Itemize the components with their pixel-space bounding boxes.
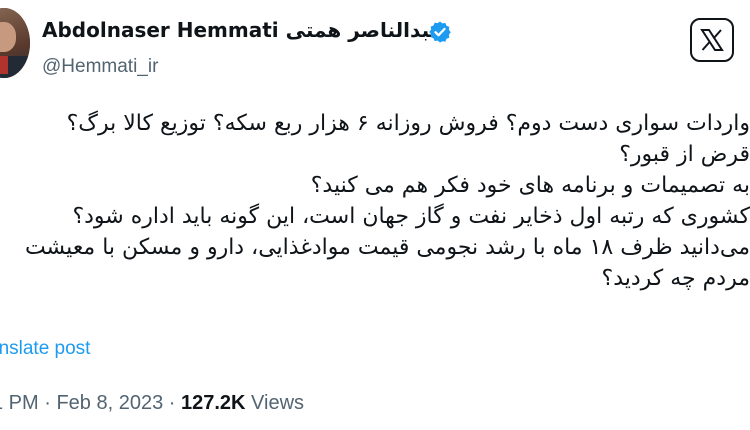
tweet-text: واردات سواری دست دوم؟ فروش روزانه ۶ هزار… <box>0 108 750 294</box>
x-logo-icon <box>700 29 724 51</box>
tweet-line: مردم چه کردید؟ <box>601 266 750 291</box>
views-label: Views <box>245 392 305 414</box>
tweet-time[interactable]: 1 PM <box>0 392 39 414</box>
views-count: 127.2K <box>181 392 246 414</box>
tweet-line: واردات سواری دست دوم؟ فروش روزانه ۶ هزار… <box>66 111 750 136</box>
meta-separator: · <box>38 392 57 414</box>
author-handle[interactable]: @Hemmati_ir <box>42 56 158 78</box>
tweet-line: قرض از قبور؟ <box>619 142 750 167</box>
tweet-line: می‌دانید ظرف ۱۸ ماه با رشد نجومی قیمت مو… <box>24 235 750 260</box>
tweet-meta: 1 PM · Feb 8, 2023 · 127.2K Views <box>0 392 304 415</box>
author-name[interactable]: Abdolnaser Hemmati عبدالناصر همتی <box>42 18 443 42</box>
tweet-line: کشوری که رتبه اول ذخایر نفت و گاز جهان ا… <box>72 204 750 229</box>
avatar-tie <box>0 56 8 74</box>
verified-badge-icon <box>429 21 451 43</box>
avatar[interactable] <box>0 8 30 78</box>
x-logo-button[interactable] <box>690 18 734 62</box>
tweet-line: به تصمیمات و برنامه های خود فکر هم می کن… <box>310 173 750 198</box>
translate-post-link[interactable]: anslate post <box>0 338 90 360</box>
meta-separator: · <box>163 392 181 414</box>
tweet-date[interactable]: Feb 8, 2023 <box>56 392 163 414</box>
